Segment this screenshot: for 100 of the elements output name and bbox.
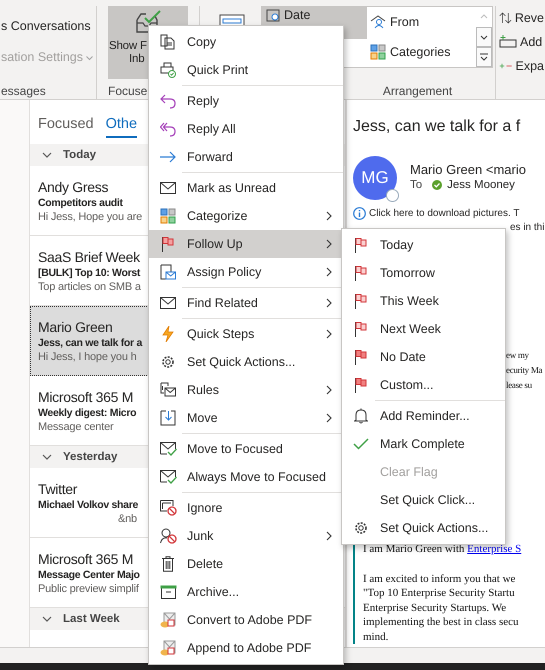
envelope-check-icon <box>160 470 176 484</box>
body-paragraph: I am excited to inform you that we "Top 10 Enterprise Security Startu Enterprise Security Startups. We implementing the best in class secu mind. <box>363 572 520 644</box>
calendar-envelope-icon <box>160 264 176 280</box>
menu-item[interactable]: Archive... <box>149 578 343 606</box>
menu-item[interactable]: No Date <box>342 343 505 371</box>
gallery-item[interactable]: From <box>367 7 475 37</box>
sort-arrows-icon <box>499 10 512 26</box>
body-text: ew my <box>506 349 530 362</box>
presence-icon <box>386 189 399 202</box>
menu-item[interactable]: Find Related <box>149 289 343 317</box>
link[interactable]: Enterprise S <box>467 543 522 555</box>
menu-item[interactable]: Delete <box>149 550 343 578</box>
envelope-check-icon <box>160 442 176 456</box>
menu-item[interactable]: Next Week <box>342 315 505 343</box>
tab[interactable]: Focused <box>38 110 94 138</box>
menu-item[interactable]: Always Move to Focused <box>149 463 343 491</box>
person-blocked-icon <box>160 528 176 544</box>
body-text: ecurity Ma <box>506 364 544 377</box>
menu-item[interactable]: Forward <box>149 143 343 171</box>
flag-icon <box>354 377 368 393</box>
expand-gallery-icon[interactable] <box>476 47 492 67</box>
forward-arrow-icon <box>160 151 176 163</box>
info-text: es in thi <box>510 222 545 233</box>
info-text: Click here to download pictures. T <box>369 208 520 219</box>
menu-item[interactable]: Junk <box>149 522 343 550</box>
menu-item[interactable]: Quick Print <box>149 56 343 84</box>
flag-icon <box>354 321 368 337</box>
sender-name: Mario Green <mario <box>410 162 526 177</box>
chevron-icon <box>42 152 52 158</box>
bell-icon <box>354 408 368 424</box>
ribbon-item[interactable]: s Conversations <box>1 19 96 33</box>
menu-item[interactable]: Add Reminder... <box>342 402 505 430</box>
menu-item[interactable]: Mark Complete <box>342 430 505 458</box>
copy-icon <box>160 34 176 50</box>
avatar: MG <box>353 156 397 200</box>
menu-item[interactable]: Tomorrow <box>342 259 505 287</box>
menu-item[interactable]: Set Quick Click... <box>342 486 505 514</box>
menu-item[interactable]: Assign Policy <box>149 258 343 286</box>
menu-item[interactable]: Set Quick Actions... <box>342 514 505 542</box>
categories-icon <box>370 44 386 60</box>
reply-icon <box>160 93 176 109</box>
archive-box-icon <box>160 585 176 599</box>
flag-icon <box>354 237 368 253</box>
menu-item[interactable]: Custom... <box>342 371 505 399</box>
flag-icon <box>161 236 175 252</box>
envelope-icon <box>160 297 176 309</box>
pdf-document-icon <box>160 612 176 628</box>
categories-icon <box>160 208 176 224</box>
body-text: I am Mario Green with Enterprise S <box>363 542 522 556</box>
menu-item[interactable]: Ignore <box>149 494 343 522</box>
ribbon-button[interactable]: Reve <box>499 9 544 27</box>
info-icon <box>353 207 366 220</box>
settings-icon <box>160 354 176 370</box>
menu-item[interactable]: Quick Steps <box>149 320 343 348</box>
menu-item[interactable]: Reply All <box>149 115 343 143</box>
settings-icon <box>353 520 369 536</box>
menu-item[interactable]: Today <box>342 231 505 259</box>
flag-icon <box>354 293 368 309</box>
person-icon <box>370 15 386 29</box>
menu-item[interactable]: Follow Up <box>149 230 343 258</box>
group-label: essages <box>1 84 46 98</box>
menu-item[interactable]: Move to Focused <box>149 435 343 463</box>
email-subject: Jess, can we talk for a f <box>353 118 522 137</box>
move-to-folder-icon <box>160 410 176 426</box>
chevron-icon <box>42 454 52 460</box>
add-column-icon <box>499 34 517 50</box>
menu-item[interactable]: Rules <box>149 376 343 404</box>
scroll-down-icon[interactable] <box>476 27 492 47</box>
envelope-icon <box>160 182 176 194</box>
check-icon <box>353 438 369 450</box>
menu-item[interactable]: Reply <box>149 87 343 115</box>
tab[interactable]: Othe <box>106 110 138 138</box>
lightning-icon <box>161 326 175 342</box>
flag-icon <box>354 265 368 281</box>
menu-item[interactable]: Convert to Adobe PDF <box>149 606 343 634</box>
gallery-item[interactable]: Categories <box>367 37 475 67</box>
printer-icon <box>160 62 176 78</box>
trash-icon <box>161 556 175 572</box>
body-text: lease su <box>506 379 533 392</box>
calendar-icon <box>266 8 280 22</box>
ignore-icon <box>160 500 176 516</box>
group-label: Focuse <box>108 84 148 98</box>
flag-icon <box>354 349 368 365</box>
menu-item[interactable]: Categorize <box>149 202 343 230</box>
menu-item[interactable]: Mark as Unread <box>149 174 343 202</box>
recipient-name: Jess Mooney <box>447 179 515 191</box>
group-label: Arrangement <box>382 84 454 98</box>
menu-item[interactable]: Set Quick Actions... <box>149 348 343 376</box>
check-circle-icon <box>432 180 442 190</box>
chevron-icon <box>42 616 52 622</box>
chevron-icon <box>86 56 94 61</box>
rules-icon <box>160 382 176 398</box>
to-label: To <box>410 179 422 191</box>
menu-item[interactable]: Append to Adobe PDF <box>149 634 343 662</box>
reply-all-icon <box>160 121 176 137</box>
ribbon-button[interactable]: Add <box>499 33 544 51</box>
ribbon-button[interactable]: Expa <box>499 57 544 75</box>
menu-item[interactable]: Move <box>149 404 343 432</box>
pdf-document-icon <box>160 640 176 656</box>
menu-item[interactable]: This Week <box>342 287 505 315</box>
